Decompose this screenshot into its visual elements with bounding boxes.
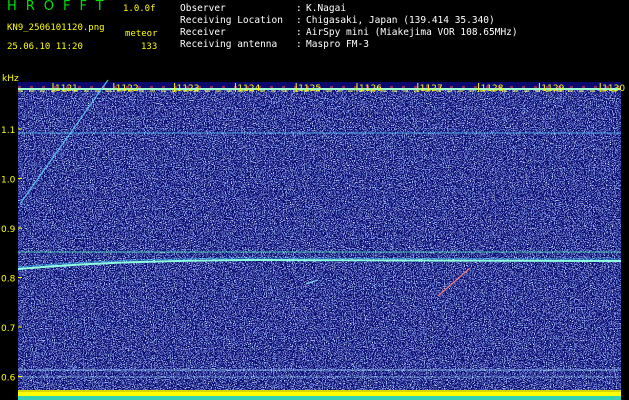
y-tick-label: 0.9: [1, 225, 16, 235]
datetime-label: 25.06.10 11:20: [7, 42, 83, 52]
y-tick-label: 0.7: [1, 324, 15, 334]
app-title: HROFFT: [7, 0, 113, 14]
filename-label: KN9_2506101120.png: [7, 23, 105, 33]
time-tick-label: 1126: [359, 84, 382, 94]
receiver-colon: :: [296, 27, 302, 38]
time-tick-label: 1128: [481, 84, 504, 94]
version-label: 1.0.0f: [123, 4, 156, 14]
count-label: 133: [141, 42, 158, 52]
receiver-label: Receiver: [180, 27, 226, 38]
time-tick-label: 1129: [541, 84, 564, 94]
location-label: Receiving Location: [180, 15, 283, 26]
spectrogram-plot: 1121 1122 1123 1124 1125 1126 1127 1128 1129 1130…: [0, 74, 629, 400]
y-tick-label: 0.6: [1, 374, 16, 384]
antenna-label: Receiving antenna: [180, 39, 278, 50]
y-tick-label: 1.1: [1, 126, 15, 136]
y-tick-label: 0.8: [1, 275, 16, 285]
time-tick-label: 1125: [298, 84, 321, 94]
time-tick-label: 1121: [55, 84, 78, 94]
header-panel: HROFFT 1.0.0f KN9_2506101120.png meteor …: [0, 0, 629, 74]
time-tick-label: 1130: [602, 84, 625, 94]
time-tick-label: 1124: [237, 84, 260, 94]
time-tick-label: 1122: [116, 84, 139, 94]
observer-value: K.Nagai: [306, 3, 347, 14]
observer-colon: :: [296, 3, 302, 14]
mode-label: meteor: [125, 29, 158, 39]
antenna-value: Maspro FM-3: [306, 39, 369, 50]
receiver-value: AirSpy mini (Miakejima VOR 108.65MHz): [306, 27, 518, 38]
observer-label: Observer: [180, 3, 226, 14]
location-value: Chigasaki, Japan (139.414 35.340): [306, 15, 495, 26]
y-tick-label: 1.0: [1, 176, 16, 186]
time-tick-label: 1123: [177, 84, 200, 94]
antenna-colon: :: [296, 39, 302, 50]
time-tick-label: 1127: [420, 84, 443, 94]
location-colon: :: [296, 15, 302, 26]
amplitude-bar-cyan: [18, 396, 621, 400]
y-axis-unit: kHz: [2, 74, 19, 84]
